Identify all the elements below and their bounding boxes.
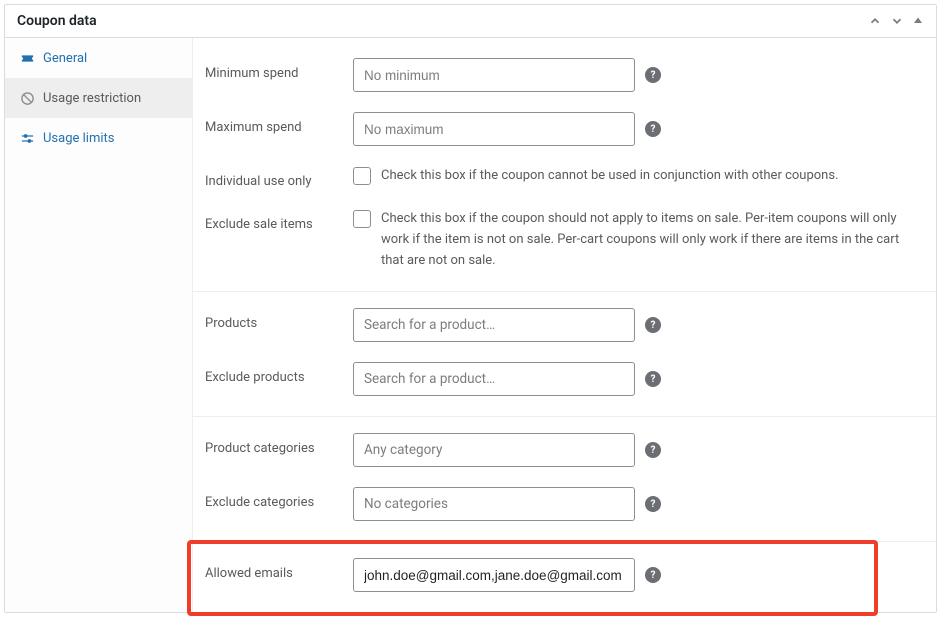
help-icon[interactable]: ?	[645, 67, 661, 83]
block-icon	[19, 90, 35, 106]
label-exclude-categories: Exclude categories	[205, 487, 353, 510]
sidebar-item-usage-restriction[interactable]: Usage restriction	[5, 78, 192, 118]
coupon-data-panel: Coupon data General	[4, 4, 937, 613]
content-area: Minimum spend ? Maximum spend ? Individu…	[193, 38, 936, 612]
spend-section: Minimum spend ? Maximum spend ? Individu…	[193, 42, 936, 292]
emails-section: Allowed emails ?	[193, 542, 936, 612]
label-exclude-products: Exclude products	[205, 362, 353, 385]
row-minimum-spend: Minimum spend ?	[205, 48, 924, 102]
categories-section: Product categories Any category ? Exclud…	[193, 417, 936, 542]
sidebar-item-label: General	[43, 51, 87, 66]
help-icon[interactable]: ?	[645, 317, 661, 333]
row-exclude-products: Exclude products Search for a product… ?	[205, 352, 924, 406]
row-product-categories: Product categories Any category ?	[205, 423, 924, 477]
select-exclude-products[interactable]: Search for a product…	[353, 362, 635, 396]
help-icon[interactable]: ?	[645, 121, 661, 137]
coupon-tabs-sidebar: General Usage restriction Usage limits	[5, 38, 193, 612]
input-minimum-spend[interactable]	[353, 58, 635, 92]
select-products[interactable]: Search for a product…	[353, 308, 635, 342]
products-section: Products Search for a product… ? Exclude…	[193, 292, 936, 417]
help-icon[interactable]: ?	[645, 442, 661, 458]
help-icon[interactable]: ?	[645, 567, 661, 583]
collapse-icon[interactable]	[912, 14, 924, 28]
row-maximum-spend: Maximum spend ?	[205, 102, 924, 156]
panel-body: General Usage restriction Usage limits M…	[5, 38, 936, 612]
panel-title: Coupon data	[17, 13, 97, 29]
ticket-icon	[19, 50, 35, 66]
label-product-categories: Product categories	[205, 433, 353, 456]
label-minimum-spend: Minimum spend	[205, 58, 353, 81]
sidebar-item-label: Usage restriction	[43, 91, 141, 106]
row-individual-use: Individual use only Check this box if th…	[205, 156, 924, 199]
move-up-icon[interactable]	[868, 14, 882, 28]
help-icon[interactable]: ?	[645, 371, 661, 387]
row-products: Products Search for a product… ?	[205, 298, 924, 352]
label-allowed-emails: Allowed emails	[205, 558, 353, 581]
row-exclude-categories: Exclude categories No categories ?	[205, 477, 924, 531]
help-icon[interactable]: ?	[645, 496, 661, 512]
sidebar-item-general[interactable]: General	[5, 38, 192, 78]
row-allowed-emails: Allowed emails ?	[205, 548, 924, 602]
panel-header-controls	[868, 14, 924, 28]
desc-individual-use: Check this box if the coupon cannot be u…	[381, 166, 851, 187]
sidebar-item-usage-limits[interactable]: Usage limits	[5, 118, 192, 158]
input-allowed-emails[interactable]	[353, 558, 635, 592]
select-product-categories[interactable]: Any category	[353, 433, 635, 467]
label-maximum-spend: Maximum spend	[205, 112, 353, 135]
move-down-icon[interactable]	[890, 14, 904, 28]
label-individual-use: Individual use only	[205, 166, 353, 189]
sidebar-item-label: Usage limits	[43, 131, 114, 146]
input-maximum-spend[interactable]	[353, 112, 635, 146]
sliders-icon	[19, 130, 35, 146]
row-exclude-sale: Exclude sale items Check this box if the…	[205, 199, 924, 281]
checkbox-individual-use[interactable]	[353, 167, 371, 185]
label-products: Products	[205, 308, 353, 331]
select-exclude-categories[interactable]: No categories	[353, 487, 635, 521]
checkbox-exclude-sale[interactable]	[353, 210, 371, 228]
label-exclude-sale: Exclude sale items	[205, 209, 353, 232]
desc-exclude-sale: Check this box if the coupon should not …	[381, 209, 924, 271]
panel-header: Coupon data	[5, 5, 936, 38]
